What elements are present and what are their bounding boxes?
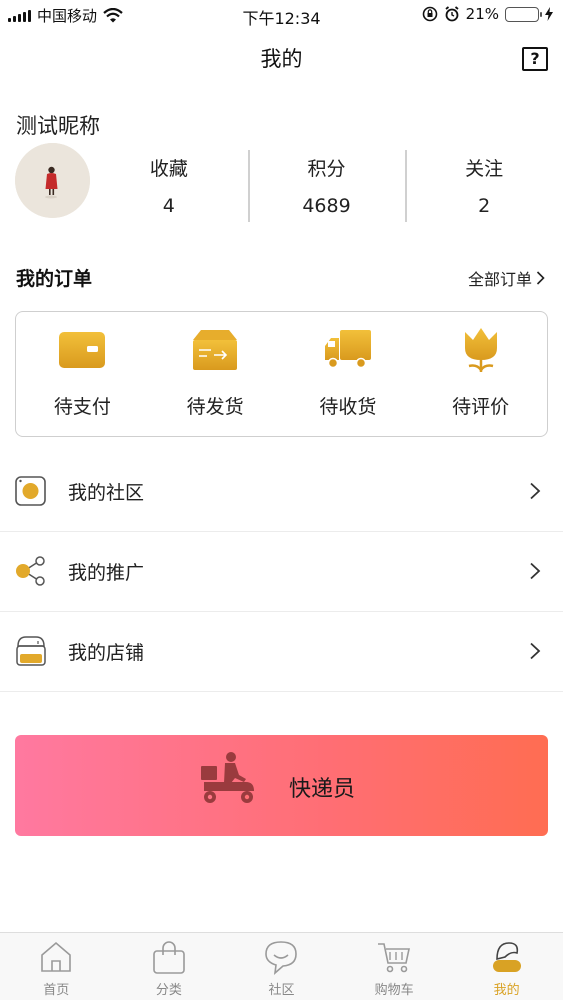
tab-profile[interactable]: 我的	[450, 933, 563, 1000]
package-icon	[193, 330, 238, 370]
profile-stats: 收藏 4 积分 4689 关注 2	[90, 148, 563, 224]
alarm-icon	[445, 6, 459, 22]
help-square-icon[interactable]: ?	[522, 47, 548, 71]
tab-category[interactable]: 分类	[113, 933, 226, 1000]
order-label: 待发货	[186, 396, 244, 418]
tab-label: 社区	[268, 983, 295, 998]
menu-item-label: 我的推广	[68, 562, 145, 584]
menu-list: 我的社区 我的推广 我的店铺	[0, 452, 563, 692]
tab-community[interactable]: 社区	[225, 933, 338, 1000]
menu-item-label: 我的社区	[68, 482, 145, 504]
menu-item-store[interactable]: 我的店铺	[0, 612, 563, 692]
all-orders-link[interactable]: 全部订单	[468, 266, 545, 290]
status-bar: 中国移动 下午12:34 21%	[0, 0, 563, 30]
order-pending-receipt[interactable]: 待收货	[282, 312, 415, 436]
stat-label: 收藏	[149, 158, 188, 180]
store-icon	[16, 636, 46, 666]
menu-item-promotion[interactable]: 我的推广	[0, 532, 563, 612]
stat-value: 4	[162, 195, 175, 217]
courier-button[interactable]: 快递员	[15, 735, 548, 836]
scooter-courier-icon	[201, 752, 254, 803]
tab-label: 首页	[43, 983, 70, 998]
order-label: 待支付	[53, 396, 111, 418]
wallet-icon	[59, 332, 106, 368]
battery-icon	[505, 6, 542, 22]
menu-item-label: 我的店铺	[68, 642, 145, 664]
stat-label: 积分	[307, 158, 346, 180]
stat-label: 关注	[465, 158, 504, 180]
menu-item-community[interactable]: 我的社区	[0, 452, 563, 532]
chevron-right-icon	[536, 271, 545, 285]
community-icon	[15, 476, 46, 506]
charging-icon	[545, 7, 553, 21]
tab-bar: 首页 分类 社区 购物车 我的	[0, 932, 563, 1000]
tab-label: 分类	[155, 983, 182, 998]
stat-following[interactable]: 关注 2	[405, 148, 563, 224]
profile-icon	[492, 942, 521, 972]
battery-percent: 21%	[465, 5, 499, 23]
cart-icon	[378, 943, 411, 973]
nav-bar: 我的 ?	[0, 30, 563, 86]
page-title: 我的	[260, 47, 303, 71]
avatar[interactable]	[15, 143, 90, 218]
orders-card: 待支付 待发货 待收货 待评价	[15, 311, 548, 437]
share-icon	[16, 556, 45, 586]
stat-favorites[interactable]: 收藏 4	[90, 148, 248, 224]
tab-home[interactable]: 首页	[0, 933, 113, 1000]
flower-icon	[464, 328, 497, 372]
chevron-right-icon	[530, 482, 541, 500]
stat-value: 4689	[302, 195, 351, 217]
all-orders-label: 全部订单	[467, 270, 532, 289]
tab-cart[interactable]: 购物车	[338, 933, 451, 1000]
stat-value: 2	[478, 195, 491, 217]
tab-label: 我的	[493, 983, 520, 998]
stat-points[interactable]: 积分 4689	[247, 148, 406, 224]
home-icon	[41, 941, 72, 972]
rotation-lock-icon	[422, 6, 437, 22]
avatar-image	[15, 143, 90, 218]
chevron-right-icon	[530, 642, 541, 660]
courier-label: 快递员	[289, 777, 356, 802]
delivery-truck-icon	[324, 330, 371, 369]
order-label: 待收货	[319, 396, 377, 418]
chat-bubble-icon	[265, 941, 298, 975]
order-pending-review[interactable]: 待评价	[414, 312, 547, 436]
bag-icon	[153, 941, 185, 974]
chevron-right-icon	[530, 562, 541, 580]
orders-section-title: 我的订单	[16, 268, 93, 290]
tab-label: 购物车	[374, 983, 414, 998]
order-label: 待评价	[452, 396, 510, 418]
order-pending-payment[interactable]: 待支付	[16, 312, 149, 436]
order-pending-shipment[interactable]: 待发货	[149, 312, 282, 436]
user-nickname[interactable]: 测试昵称	[16, 110, 100, 140]
